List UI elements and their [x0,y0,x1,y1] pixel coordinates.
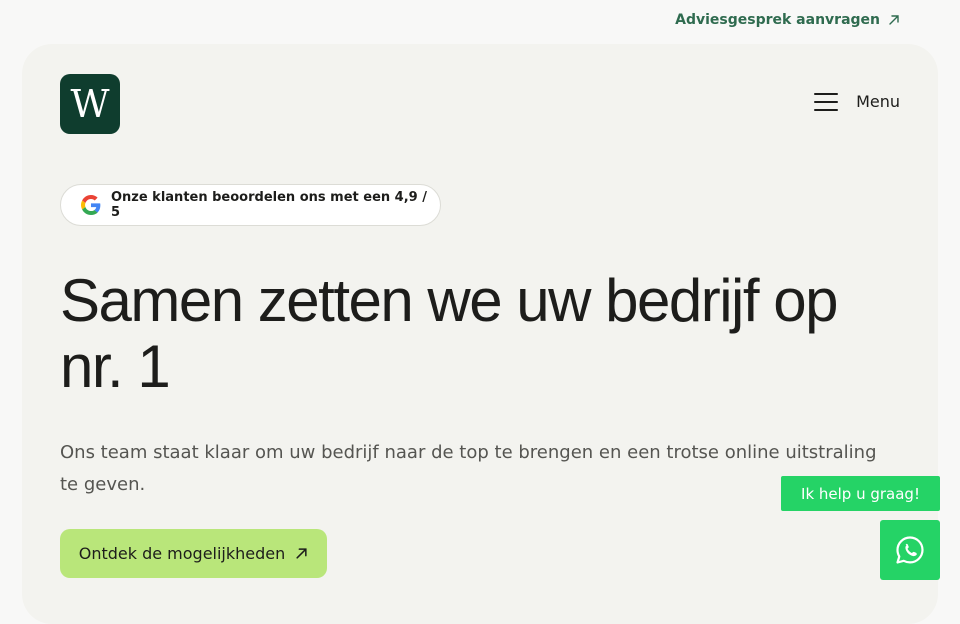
menu-button[interactable]: Menu [814,92,900,111]
whatsapp-button[interactable] [880,520,940,580]
menu-label: Menu [856,92,900,111]
consult-request-label: Adviesgesprek aanvragen [675,12,880,28]
consult-request-link[interactable]: Adviesgesprek aanvragen [675,12,900,28]
google-icon [81,195,101,215]
discover-possibilities-button[interactable]: Ontdek de mogelijkheden [60,529,327,578]
rating-badge[interactable]: Onze klanten beoordelen ons met een 4,9 … [60,184,441,226]
hamburger-icon [814,92,839,111]
hero-headline: Samen zetten we uw bedrijf op nr. 1 [60,267,838,400]
logo[interactable]: W [60,74,120,134]
chat-help-text: Ik help u graag! [801,484,920,503]
whatsapp-icon [896,536,924,564]
cta-label: Ontdek de mogelijkheden [78,544,286,563]
arrow-up-right-icon [889,15,899,25]
hero-subtext: Ons team staat klaar om uw bedrijf naar … [60,442,877,495]
logo-letter: W [70,82,109,126]
arrow-up-right-icon [296,548,307,559]
top-bar: Adviesgesprek aanvragen [0,0,960,44]
rating-text: Onze klanten beoordelen ons met een 4,9 … [110,190,427,220]
hero-card: W Menu Onze klanten beoordelen ons met e… [22,44,938,624]
chat-help-bubble[interactable]: Ik help u graag! [781,476,940,511]
